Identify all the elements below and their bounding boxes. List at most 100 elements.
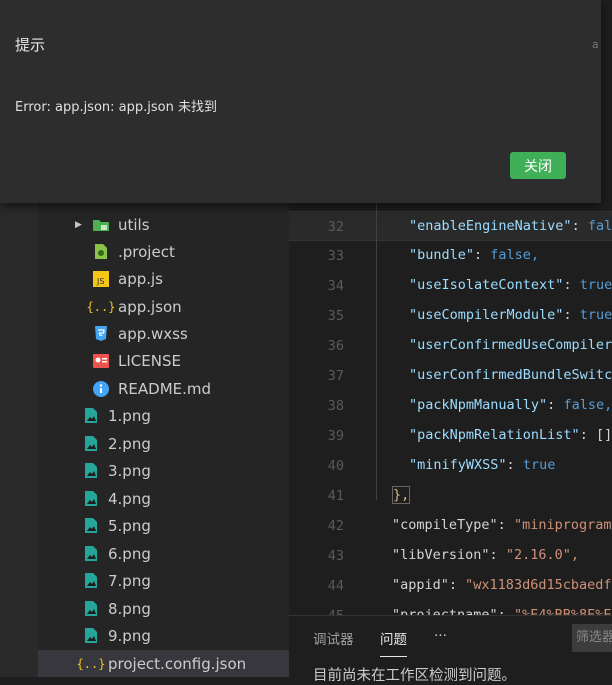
json-key: "useIsolateContext" <box>409 277 564 293</box>
code-line: 34 "useIsolateContext": true <box>289 271 612 301</box>
close-button[interactable]: 关闭 <box>510 152 566 179</box>
image-file-icon <box>82 435 100 453</box>
json-value: false, <box>490 247 540 263</box>
bottom-panel: 调试器 问题 ··· 筛选器 目前尚未在工作区检测到问题。 <box>289 615 612 684</box>
tree-item-label: 4.png <box>108 489 151 508</box>
line-number: 40 <box>327 458 344 474</box>
tree-item-project-config-json[interactable]: {..} project.config.json <box>38 650 289 677</box>
filter-input[interactable]: 筛选器 <box>572 624 612 652</box>
tree-item-project[interactable]: .project <box>38 238 289 265</box>
json-key: "userConfirmedBundleSwitc <box>409 367 612 383</box>
json-value: "%E4%BB%8E%E9 <box>513 607 612 615</box>
folder-icon <box>92 216 110 234</box>
line-number: 36 <box>327 338 344 354</box>
json-key: "libVersion" <box>392 547 490 563</box>
matched-brace: }, <box>392 486 411 504</box>
tab-problems[interactable]: 问题 <box>380 628 407 657</box>
json-key: "bundle" <box>409 247 475 263</box>
code-line: 45 "projectname": "%E4%BB%8E%E9 <box>289 601 612 615</box>
line-number: 42 <box>327 518 344 534</box>
svg-text:JS: JS <box>96 277 104 286</box>
tree-item-app-js[interactable]: JS app.js <box>38 265 289 292</box>
json-value: false, <box>563 397 612 413</box>
line-number: 33 <box>327 248 344 264</box>
code-line: 33 "bundle": false, <box>289 241 612 271</box>
tree-item-label: LICENSE <box>118 351 181 370</box>
tree-item-app-json[interactable]: {..} app.json <box>38 293 289 320</box>
tree-item-app-wxss[interactable]: app.wxss <box>38 320 289 347</box>
line-number: 39 <box>327 428 344 444</box>
image-file-icon <box>82 572 100 590</box>
tree-item-label: 1.png <box>108 406 151 425</box>
tree-item-utils[interactable]: ▶ utils <box>38 211 289 238</box>
image-file-icon <box>82 462 100 480</box>
code-line: 40 "minifyWXSS": true <box>289 451 612 481</box>
image-file-icon <box>82 490 100 508</box>
image-file-icon <box>82 407 100 425</box>
json-value: "2.16.0", <box>505 547 579 563</box>
code-line: 41 }, <box>289 481 612 511</box>
chevron-right-icon[interactable]: ▶ <box>75 220 85 230</box>
alert-dialog: 提示 Error: app.json: app.json 未找到 关闭 <box>0 0 601 203</box>
json-key: "useCompilerModule" <box>409 307 564 323</box>
line-number: 32 <box>327 219 344 235</box>
tree-item-label: README.md <box>118 379 212 398</box>
tree-item-label: 6.png <box>108 544 151 563</box>
tree-item-8-png[interactable]: 8.png <box>38 595 289 622</box>
json-value: true <box>579 307 612 323</box>
tree-item-license[interactable]: LICENSE <box>38 347 289 374</box>
line-number: 35 <box>327 308 344 324</box>
image-file-icon <box>82 627 100 645</box>
tree-item-label: 9.png <box>108 626 151 645</box>
line-number: 34 <box>327 278 344 294</box>
more-icon[interactable]: ··· <box>434 628 447 644</box>
line-number: 44 <box>327 578 344 594</box>
edge-text: a <box>592 38 599 51</box>
code-line: 37 "userConfirmedBundleSwitc <box>289 361 612 391</box>
line-number: 37 <box>327 368 344 384</box>
tree-item-label: app.wxss <box>118 324 188 343</box>
tab-debugger[interactable]: 调试器 <box>313 628 354 648</box>
line-number: 43 <box>327 548 344 564</box>
json-file-icon: {..} <box>76 656 106 671</box>
json-key: "projectname" <box>392 607 498 615</box>
code-line: 43 "libVersion": "2.16.0", <box>289 541 612 571</box>
code-line: 32 "enableEngineNative": fal <box>289 211 612 241</box>
dialog-message: Error: app.json: app.json 未找到 <box>15 100 217 115</box>
tree-item-7-png[interactable]: 7.png <box>38 567 289 594</box>
indent-guide <box>376 200 377 500</box>
code-line: 44 "appid": "wx1183d6d15cbaedf <box>289 571 612 601</box>
js-file-icon: JS <box>92 270 110 288</box>
tree-item-readme[interactable]: README.md <box>38 375 289 402</box>
tree-item-9-png[interactable]: 9.png <box>38 622 289 649</box>
tree-item-3-png[interactable]: 3.png <box>38 457 289 484</box>
image-file-icon <box>82 517 100 535</box>
image-file-icon <box>82 600 100 618</box>
json-value: true <box>579 277 612 293</box>
json-value: true <box>522 457 556 473</box>
tree-item-5-png[interactable]: 5.png <box>38 512 289 539</box>
json-value: "wx1183d6d15cbaedf <box>465 577 612 593</box>
tree-item-label: 5.png <box>108 516 151 535</box>
tree-item-2-png[interactable]: 2.png <box>38 430 289 457</box>
tree-item-label: .project <box>118 242 175 261</box>
tree-item-1-png[interactable]: 1.png <box>38 402 289 429</box>
tree-item-label: 8.png <box>108 599 151 618</box>
tree-item-label: 7.png <box>108 571 151 590</box>
info-file-icon <box>92 380 110 398</box>
json-key: "packNpmRelationList" <box>409 427 580 443</box>
problems-message: 目前尚未在工作区检测到问题。 <box>313 668 516 684</box>
license-file-icon <box>92 352 110 370</box>
json-key: "appid" <box>392 577 449 593</box>
tree-item-6-png[interactable]: 6.png <box>38 540 289 567</box>
code-line: 42 "compileType": "miniprogram <box>289 511 612 541</box>
json-file-icon: {..} <box>86 299 116 314</box>
tree-item-4-png[interactable]: 4.png <box>38 485 289 512</box>
tree-item-label: app.json <box>118 297 182 316</box>
line-number: 45 <box>289 608 344 615</box>
json-value: "miniprogram <box>513 517 612 533</box>
tree-item-label: project.config.json <box>108 654 247 673</box>
line-number: 38 <box>327 398 344 414</box>
json-value: [] <box>595 427 612 443</box>
tree-item-label: app.js <box>118 269 163 288</box>
